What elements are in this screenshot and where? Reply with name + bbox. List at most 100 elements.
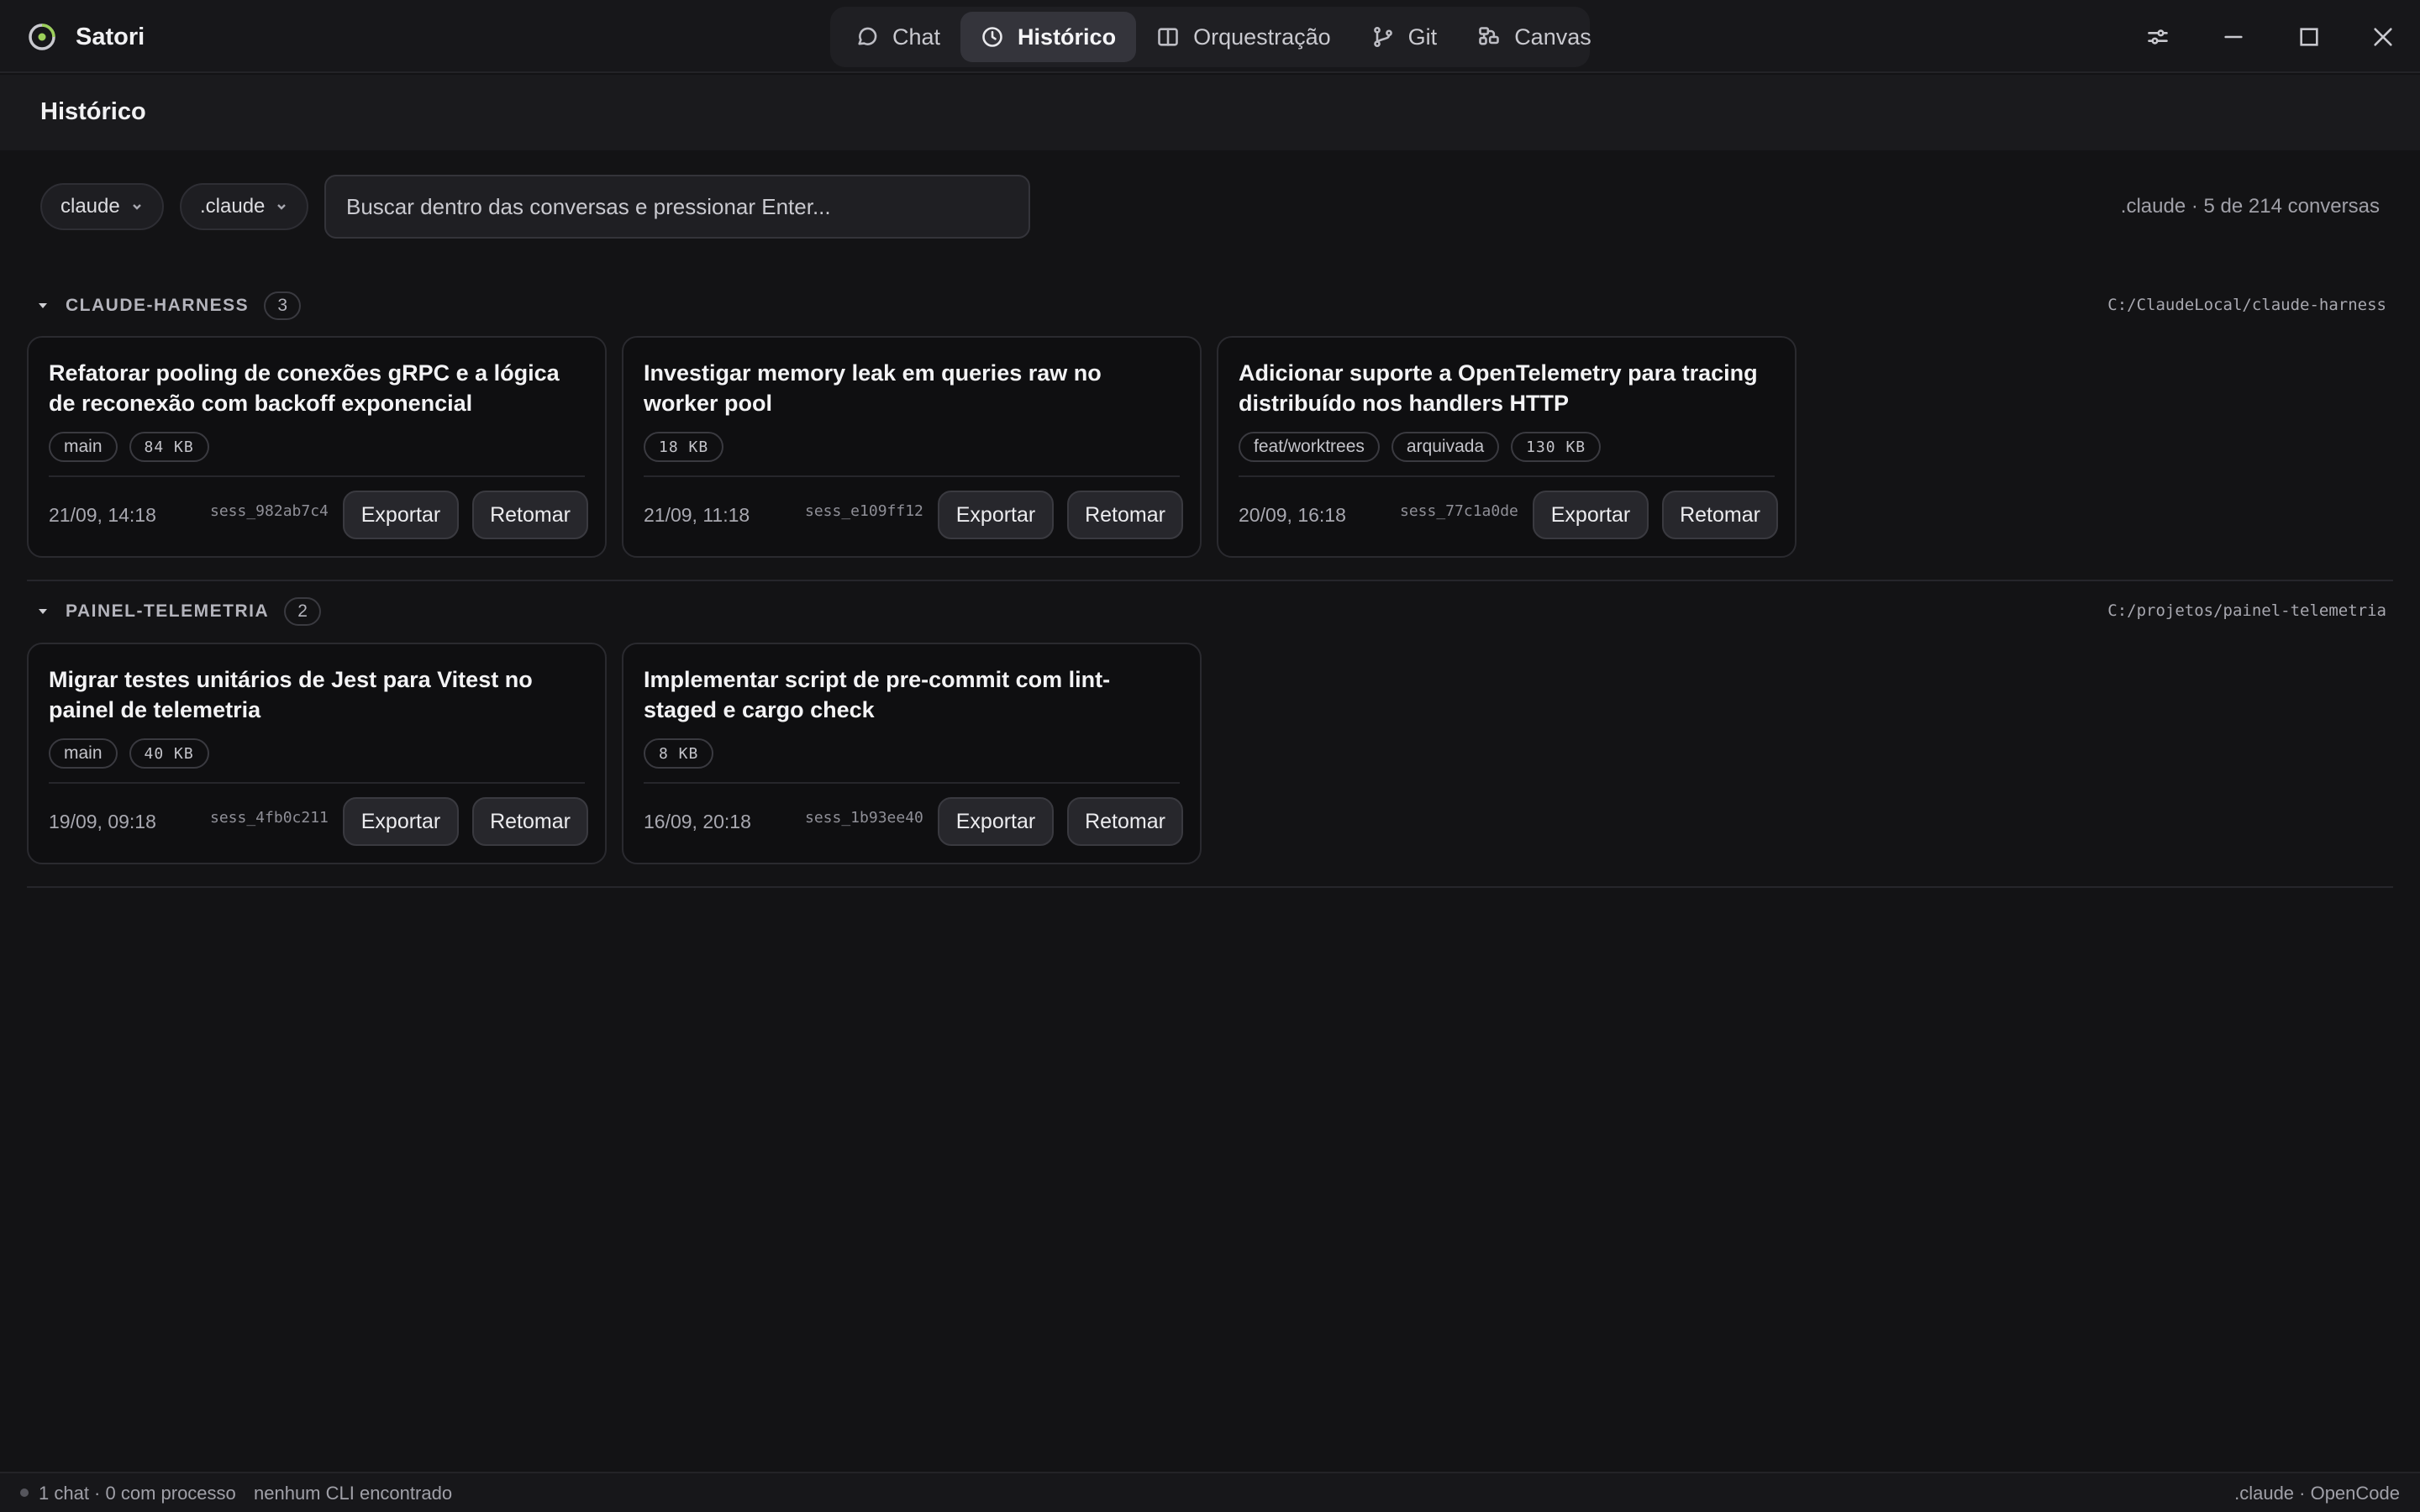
resume-button[interactable]: Retomar (1067, 491, 1183, 539)
folder-select[interactable]: .claude (180, 183, 309, 230)
card-title: Migrar testes unitários de Jest para Vit… (49, 667, 533, 722)
search-input[interactable] (324, 175, 1030, 239)
conversation-card[interactable]: Investigar memory leak em queries raw no… (622, 336, 1202, 558)
size-tag: 84 KB (129, 432, 209, 462)
tab-canvas[interactable]: Canvas (1457, 12, 1612, 62)
resume-button[interactable]: Retomar (472, 797, 588, 846)
main-nav: Chat Histórico Orquestração Git Canvas (830, 7, 1591, 67)
close-button[interactable] (2365, 18, 2402, 55)
group-path: C:/ClaudeLocal/claude-harness (2107, 296, 2386, 314)
branch-tag: main (49, 738, 118, 769)
archived-tag: arquivada (1391, 432, 1500, 462)
group-count: 2 (284, 597, 322, 626)
provider-select[interactable]: claude (40, 183, 164, 230)
size-tag: 18 KB (644, 432, 724, 462)
group-path: C:/projetos/painel-telemetria (2107, 601, 2386, 620)
settings-sliders-icon (2148, 29, 2168, 45)
resume-button[interactable]: Retomar (472, 491, 588, 539)
canvas-icon (1479, 27, 1499, 45)
resume-button[interactable]: Retomar (1662, 491, 1778, 539)
export-button[interactable]: Exportar (938, 491, 1054, 539)
settings-button[interactable] (2139, 18, 2176, 55)
export-button[interactable]: Exportar (343, 797, 459, 846)
card-date: 20/09, 16:18 (1239, 504, 1346, 526)
tab-label: Orquestração (1193, 24, 1331, 50)
session-id: sess_e109ff12 (805, 502, 923, 520)
card-tags: 18 KB (644, 432, 724, 462)
session-id: sess_4fb0c211 (210, 809, 329, 827)
branch-tag: main (49, 432, 118, 462)
conversation-card[interactable]: Migrar testes unitários de Jest para Vit… (27, 643, 607, 864)
tab-chat[interactable]: Chat (835, 12, 960, 62)
columns-icon (1158, 28, 1178, 46)
caret-down-icon (39, 303, 47, 308)
page-title: Histórico (40, 98, 146, 125)
card-tags: feat/worktrees arquivada 130 KB (1239, 432, 1602, 462)
export-button[interactable]: Exportar (938, 797, 1054, 846)
card-date: 16/09, 20:18 (644, 811, 751, 832)
tab-git[interactable]: Git (1351, 12, 1458, 62)
card-tags: 8 KB (644, 738, 714, 769)
tab-label: Chat (892, 24, 941, 50)
card-divider (644, 475, 1180, 477)
card-date: 19/09, 09:18 (49, 811, 156, 832)
app-title: Satori (76, 23, 145, 50)
maximize-button[interactable] (2291, 18, 2328, 55)
session-id: sess_982ab7c4 (210, 502, 329, 520)
card-divider (49, 782, 585, 784)
card-title: Refatorar pooling de conexões gRPC e a l… (49, 360, 560, 416)
card-date: 21/09, 11:18 (644, 504, 750, 526)
export-button[interactable]: Exportar (343, 491, 459, 539)
minimize-icon (2224, 35, 2243, 39)
close-icon (2374, 28, 2392, 46)
chat-bubble-icon (858, 27, 877, 45)
chat-status: 1 chat · 0 com processo (39, 1483, 236, 1504)
card-tags: main 40 KB (49, 738, 209, 769)
maximize-icon (2300, 28, 2318, 46)
conversation-card[interactable]: Refatorar pooling de conexões gRPC e a l… (27, 336, 607, 558)
group-header-painel-telemetria[interactable]: PAINEL-TELEMETRIA 2 (37, 596, 322, 627)
provider-select-value: claude (60, 195, 120, 218)
resume-button[interactable]: Retomar (1067, 797, 1183, 846)
card-title: Implementar script de pre-commit com lin… (644, 667, 1111, 722)
tab-historico[interactable]: Histórico (960, 12, 1137, 62)
tab-label: Histórico (1018, 24, 1117, 50)
conversation-summary: .claude · 5 de 214 conversas (2120, 195, 2380, 218)
group-count: 3 (264, 291, 302, 320)
cli-status: nenhum CLI encontrado (254, 1483, 453, 1504)
group-name: CLAUDE-HARNESS (66, 296, 250, 315)
size-tag: 130 KB (1511, 432, 1602, 462)
group-header-claude-harness[interactable]: CLAUDE-HARNESS 3 (37, 291, 302, 321)
brand: Satori (27, 20, 145, 54)
session-id: sess_1b93ee40 (805, 809, 923, 827)
status-dot-icon (20, 1488, 29, 1497)
card-divider (49, 475, 585, 477)
tab-orquestracao[interactable]: Orquestração (1136, 12, 1351, 62)
session-id: sess_77c1a0de (1400, 502, 1518, 520)
size-tag: 40 KB (129, 738, 209, 769)
chevron-down-icon (277, 204, 287, 210)
tab-label: Canvas (1514, 24, 1591, 50)
conversation-card[interactable]: Implementar script de pre-commit com lin… (622, 643, 1202, 864)
satori-logo-icon (29, 24, 55, 50)
tab-label: Git (1407, 24, 1438, 50)
page-header: Histórico (0, 75, 2420, 150)
status-bar: 1 chat · 0 com processo nenhum CLI encon… (0, 1472, 2420, 1512)
git-branch-icon (1373, 26, 1392, 48)
minimize-button[interactable] (2215, 18, 2252, 55)
clock-icon (982, 27, 1002, 47)
branch-tag: feat/worktrees (1239, 432, 1380, 462)
group-divider (27, 886, 2393, 888)
title-bar: Satori Chat Histórico Orquestração Git C… (0, 0, 2420, 73)
caret-down-icon (39, 609, 47, 614)
conversation-card[interactable]: Adicionar suporte a OpenTelemetry para t… (1217, 336, 1797, 558)
card-date: 21/09, 14:18 (49, 504, 156, 526)
folder-select-value: .claude (200, 195, 266, 218)
group-name: PAINEL-TELEMETRIA (66, 601, 270, 621)
card-title: Investigar memory leak em queries raw no… (644, 360, 1102, 416)
size-tag: 8 KB (644, 738, 714, 769)
workspace-status[interactable]: .claude · OpenCode (2234, 1483, 2400, 1504)
card-title: Adicionar suporte a OpenTelemetry para t… (1239, 360, 1758, 416)
card-tags: main 84 KB (49, 432, 209, 462)
export-button[interactable]: Exportar (1533, 491, 1649, 539)
